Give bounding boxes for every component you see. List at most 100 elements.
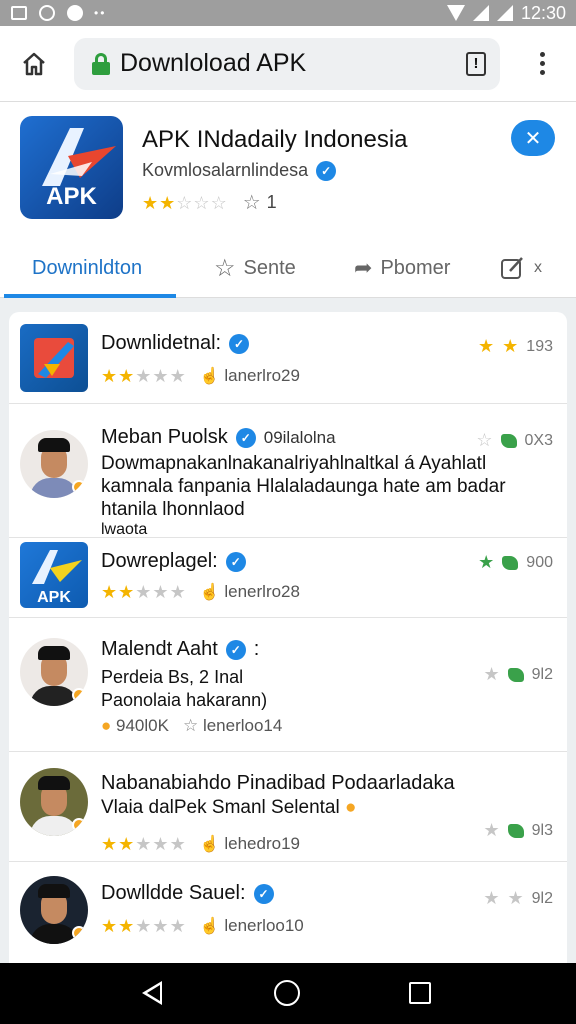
rating-stars: ★ ★ ★ ★ ★ [101, 834, 186, 854]
verified-badge-icon: ✓ [225, 639, 246, 660]
star-icon[interactable]: ★ [483, 888, 499, 909]
item-title-row: Downlidetnal: ✓ [101, 332, 250, 355]
overflow-menu-icon[interactable] [530, 52, 554, 75]
tab-pbomer-label: Pbomer [380, 256, 451, 279]
item-meta: ● 940l0K ☆ lenerloo14 [101, 716, 282, 736]
star-icon[interactable]: ★ [478, 336, 494, 357]
signal-icon [472, 5, 489, 21]
item-meta-text: lenerloo10 [224, 916, 304, 935]
coin-icon [72, 926, 86, 940]
item-meta: ★ ★ ★ ★ ★ ☝ lehedro19 [101, 834, 300, 854]
app-thumbnail: APK [20, 542, 88, 608]
item-right-value: 9l2 [531, 889, 553, 907]
item-body-line: Paonolaia hakarann) [101, 690, 268, 710]
star-outline-icon[interactable]: ☆ [476, 430, 492, 451]
thumbs-up-icon: ☝ [199, 368, 220, 385]
app-header: APK APK INdadaily Indonesia Kovmlosalarn… [0, 102, 576, 238]
home-circle-icon[interactable] [274, 980, 300, 1006]
list-item[interactable]: APK Dowreplagel: ✓ ★ ★ ★ ★ ★ ☝ lenerlro28 ★ … [9, 538, 567, 618]
coin-icon: ● [101, 716, 112, 735]
tab-edit-label: x [534, 259, 542, 276]
app-logo: APK [20, 116, 123, 219]
star-icon[interactable]: ★ [508, 888, 524, 909]
developer-name[interactable]: Kovmlosalarnlindesa [142, 160, 308, 181]
list-item[interactable]: Dowlldde Sauel: ✓ ★ ★ ★ ★ ★ ☝ lenerloo10 ★ ★… [9, 862, 567, 972]
item-title: Dowreplagel: [101, 550, 218, 572]
tab-bar: Downinldton ☆ Sente ➦ Pbomer x [0, 238, 576, 298]
item-title-row: Malendt Aaht ✓ : [101, 638, 259, 661]
item-title: Nabanabiahdo Pinadibad Podaarladaka [101, 772, 455, 794]
more-notifications-icon: •• [94, 6, 107, 20]
verified-badge-icon: ✓ [235, 427, 256, 448]
leaf-icon[interactable] [507, 823, 524, 838]
avatar [20, 638, 88, 706]
item-title: Malendt Aaht [101, 638, 218, 660]
edit-icon [501, 257, 523, 279]
list-item[interactable]: Meban Puolsk ✓ 09ilalolna Dowmapnakanlna… [9, 404, 567, 538]
svg-text:APK: APK [37, 589, 71, 606]
thumbs-up-icon: ☝ [199, 584, 220, 601]
item-title: Dowlldde Sauel: [101, 882, 246, 904]
address-bar[interactable]: Downloload APK ! [74, 37, 500, 90]
tab-pbomer[interactable]: ➦ Pbomer [354, 238, 450, 298]
item-body-line: Vlaia dalPek Smanl Selental ● [101, 797, 357, 818]
avatar [20, 430, 88, 498]
url-text[interactable]: Downloload APK [120, 49, 466, 78]
item-title: Downlidetnal: [101, 332, 222, 354]
leaf-icon[interactable] [502, 555, 519, 570]
item-meta: ★ ★ ★ ★ ★ ☝ lenerloo10 [101, 916, 304, 936]
system-nav-bar [0, 963, 576, 1024]
item-title-extra: 09ilalolna [263, 427, 336, 447]
page-info-icon[interactable]: ! [466, 51, 486, 76]
item-right-value: 0X3 [524, 431, 553, 449]
verified-badge-icon: ✓ [253, 883, 274, 904]
item-right: ★ 9l3 [484, 820, 554, 841]
item-meta-text: lenerlro28 [224, 582, 300, 601]
star-icon[interactable]: ★ [502, 336, 518, 357]
browser-toolbar: Downloload APK ! [0, 26, 576, 102]
item-meta-text: lehedro19 [224, 834, 300, 853]
app-developer[interactable]: Kovmlosalarnlindesa ✓ [142, 160, 337, 181]
item-right-value: 9l2 [531, 665, 553, 683]
star-icon[interactable]: ★ [484, 664, 500, 685]
clock: 12:30 [520, 2, 566, 23]
item-meta-text: lanerlro29 [224, 366, 300, 385]
item-body-line: htanila lhonnlaod [101, 499, 245, 520]
star-outline-icon: ☆ [214, 254, 236, 282]
emoji-icon: ● [344, 797, 357, 818]
star-icon[interactable]: ★ [484, 820, 500, 841]
tab-download[interactable]: Downinldton [32, 238, 142, 298]
item-body: Dowmapnakanlnakanalriyahlnaltkal á Ayahl… [101, 452, 506, 539]
item-right-value: 9l3 [531, 821, 553, 839]
item-title-row: Dowreplagel: ✓ [101, 550, 246, 573]
favorite-star-icon[interactable]: ☆ [243, 190, 261, 215]
tab-sente[interactable]: ☆ Sente [214, 238, 296, 298]
verified-badge-icon: ✓ [229, 333, 250, 354]
list-item[interactable]: Malendt Aaht ✓ : Perdeia Bs, 2 Inal Paon… [9, 618, 567, 752]
app-rating: ★ ★ ☆ ☆ ☆ ☆ 1 [142, 190, 277, 215]
list-item[interactable]: Nabanabiahdo Pinadibad Podaarladaka Vlai… [9, 752, 567, 862]
leaf-icon[interactable] [500, 433, 517, 448]
home-icon [23, 52, 45, 75]
star-icon[interactable]: ★ [478, 552, 494, 573]
list-item[interactable]: Downlidetnal: ✓ ★ ★ ★ ★ ★ ☝ lanerlro29 ★ ★ 1… [9, 312, 567, 404]
app-title: APK INdadaily Indonesia [142, 126, 408, 153]
back-icon[interactable] [142, 981, 162, 1005]
active-tab-indicator [4, 294, 176, 298]
item-meta: ★ ★ ★ ★ ★ ☝ lanerlro29 [101, 366, 300, 386]
tab-edit[interactable]: x [500, 238, 542, 298]
item-title-extra: : [253, 638, 260, 660]
close-button[interactable]: ✕ [511, 120, 555, 156]
app-thumbnail [20, 324, 88, 392]
thumbs-up-icon: ☝ [199, 918, 220, 935]
leaf-icon[interactable] [507, 667, 524, 682]
recent-apps-icon[interactable] [409, 982, 431, 1004]
rating-stars: ★ ★ ☆ ☆ ☆ [142, 192, 227, 213]
item-body: Vlaia dalPek Smanl Selental ● [101, 796, 356, 819]
home-button[interactable] [12, 42, 56, 86]
status-bar: •• 12:30 [0, 0, 576, 26]
verified-badge-icon: ✓ [225, 551, 246, 572]
item-body-line: Perdeia Bs, 2 Inal [101, 667, 244, 687]
verified-badge-icon: ✓ [316, 160, 337, 181]
item-body-line: kamnala fanpania Hlalaladaunga hate am b… [101, 476, 506, 497]
